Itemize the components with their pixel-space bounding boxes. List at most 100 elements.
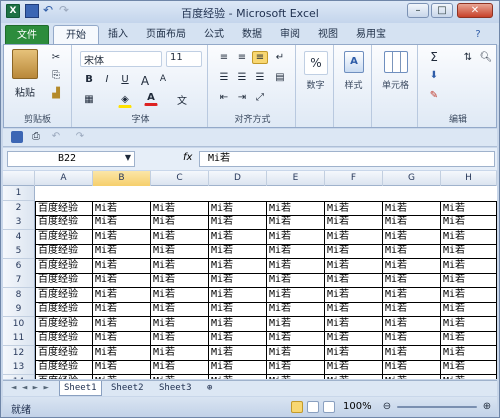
orientation-icon[interactable]: ⤢	[252, 91, 268, 104]
cell-c6[interactable]: Mi若	[151, 258, 209, 274]
cell-a4[interactable]: 百度经验	[35, 229, 93, 245]
zoom-in-icon[interactable]: ⊕	[481, 400, 493, 413]
cell-c2[interactable]: Mi若	[151, 200, 209, 216]
cell-c7[interactable]: Mi若	[151, 273, 209, 288]
styles-icon[interactable]: A	[344, 51, 364, 73]
cell-c8[interactable]: Mi若	[151, 287, 209, 303]
cell-c3[interactable]: Mi若	[151, 215, 209, 230]
cell-d10[interactable]: Mi若	[209, 316, 267, 332]
name-box-dropdown-icon[interactable]: ▼	[123, 152, 133, 163]
cell-g14[interactable]: Mi若	[383, 374, 441, 379]
cell-a11[interactable]: 百度经验	[35, 331, 93, 346]
cell-b4[interactable]: Mi若	[93, 229, 151, 245]
cell-g11[interactable]: Mi若	[383, 331, 441, 346]
copy-icon[interactable]: ⎘	[48, 69, 64, 82]
column-header-h[interactable]: H	[441, 171, 497, 186]
cell-h6[interactable]: Mi若	[441, 258, 497, 274]
font-color-button[interactable]: A	[144, 91, 158, 106]
tab-file[interactable]: 文件	[5, 25, 49, 45]
cell-h5[interactable]: Mi若	[441, 244, 497, 259]
find-select-icon[interactable]: 🔍︎	[478, 51, 494, 64]
cell-g5[interactable]: Mi若	[383, 244, 441, 259]
cell-b3[interactable]: Mi若	[93, 215, 151, 230]
cell-h14[interactable]: Mi若	[441, 374, 497, 379]
tab-page-layout[interactable]: 页面布局	[139, 25, 193, 45]
font-size-select[interactable]: 11	[166, 51, 202, 67]
formula-input[interactable]: Mi若	[199, 151, 495, 167]
cell-f4[interactable]: Mi若	[325, 229, 383, 245]
cell-b5[interactable]: Mi若	[93, 244, 151, 259]
cell-e5[interactable]: Mi若	[267, 244, 325, 259]
italic-button[interactable]: I	[100, 73, 114, 86]
cell-d4[interactable]: Mi若	[209, 229, 267, 245]
sheet-tab-1[interactable]: Sheet1	[59, 381, 102, 396]
cell-h11[interactable]: Mi若	[441, 331, 497, 346]
zoom-level[interactable]: 100%	[343, 401, 372, 412]
cell-c14[interactable]: Mi若	[151, 374, 209, 379]
qat-print-icon[interactable]: ⎙	[29, 130, 43, 143]
cell-d3[interactable]: Mi若	[209, 215, 267, 230]
cell-f12[interactable]: Mi若	[325, 345, 383, 361]
cell-c11[interactable]: Mi若	[151, 331, 209, 346]
row-header-10[interactable]: 10	[3, 316, 35, 332]
qat-save-icon[interactable]	[11, 131, 23, 143]
cell-g2[interactable]: Mi若	[383, 200, 441, 216]
cell-b8[interactable]: Mi若	[93, 287, 151, 303]
maximize-button[interactable]: □	[431, 3, 453, 18]
cell-e10[interactable]: Mi若	[267, 316, 325, 332]
cell-g6[interactable]: Mi若	[383, 258, 441, 274]
autosum-button[interactable]: Σ	[426, 49, 442, 65]
column-header-e[interactable]: E	[267, 171, 325, 186]
cell-h8[interactable]: Mi若	[441, 287, 497, 303]
cell-a13[interactable]: 百度经验	[35, 360, 93, 375]
cell-a2[interactable]: 百度经验	[35, 200, 93, 216]
sheet-nav-icon[interactable]: ◄ ◄ ► ►	[7, 381, 53, 396]
row-header-12[interactable]: 12	[3, 345, 35, 361]
column-header-c[interactable]: C	[151, 171, 209, 186]
cell-d5[interactable]: Mi若	[209, 244, 267, 259]
cell-d12[interactable]: Mi若	[209, 345, 267, 361]
cell-b12[interactable]: Mi若	[93, 345, 151, 361]
cell-b7[interactable]: Mi若	[93, 273, 151, 288]
align-top-icon[interactable]: ≡	[216, 51, 232, 64]
cell-g13[interactable]: Mi若	[383, 360, 441, 375]
cell-f7[interactable]: Mi若	[325, 273, 383, 288]
cell-h9[interactable]: Mi若	[441, 302, 497, 317]
sheet-tab-2[interactable]: Sheet2	[107, 381, 148, 396]
grow-font-button[interactable]: A	[138, 73, 152, 89]
cell-g4[interactable]: Mi若	[383, 229, 441, 245]
cell-c4[interactable]: Mi若	[151, 229, 209, 245]
sort-filter-icon[interactable]: ⇅	[460, 51, 476, 64]
cell-h10[interactable]: Mi若	[441, 316, 497, 332]
tab-view[interactable]: 视图	[313, 25, 343, 45]
cell-d2[interactable]: Mi若	[209, 200, 267, 216]
cell-g8[interactable]: Mi若	[383, 287, 441, 303]
cell-f8[interactable]: Mi若	[325, 287, 383, 303]
cell-d8[interactable]: Mi若	[209, 287, 267, 303]
minimize-button[interactable]: –	[407, 3, 429, 18]
tab-insert[interactable]: 插入	[103, 25, 133, 45]
qat-redo-icon[interactable]: ↷	[73, 130, 87, 143]
paste-button[interactable]: 粘贴	[8, 83, 42, 100]
row-header-8[interactable]: 8	[3, 287, 35, 303]
cell-g12[interactable]: Mi若	[383, 345, 441, 361]
normal-view-icon[interactable]	[291, 401, 303, 413]
cell-d13[interactable]: Mi若	[209, 360, 267, 375]
cell-a8[interactable]: 百度经验	[35, 287, 93, 303]
row-header-5[interactable]: 5	[3, 244, 35, 259]
align-right-icon[interactable]: ☰	[252, 71, 268, 84]
zoom-out-icon[interactable]: ⊖	[381, 400, 393, 413]
row-header-3[interactable]: 3	[3, 215, 35, 230]
column-header-g[interactable]: G	[383, 171, 441, 186]
cell-e9[interactable]: Mi若	[267, 302, 325, 317]
increase-indent-icon[interactable]: ⇥	[234, 91, 250, 104]
decrease-indent-icon[interactable]: ⇤	[216, 91, 232, 104]
tab-formulas[interactable]: 公式	[199, 25, 229, 45]
sheet-tab-3[interactable]: Sheet3	[155, 381, 196, 396]
row-header-2[interactable]: 2	[3, 200, 35, 216]
cell-f10[interactable]: Mi若	[325, 316, 383, 332]
row-header-13[interactable]: 13	[3, 360, 35, 375]
cell-c10[interactable]: Mi若	[151, 316, 209, 332]
cell-g9[interactable]: Mi若	[383, 302, 441, 317]
cell-c13[interactable]: Mi若	[151, 360, 209, 375]
